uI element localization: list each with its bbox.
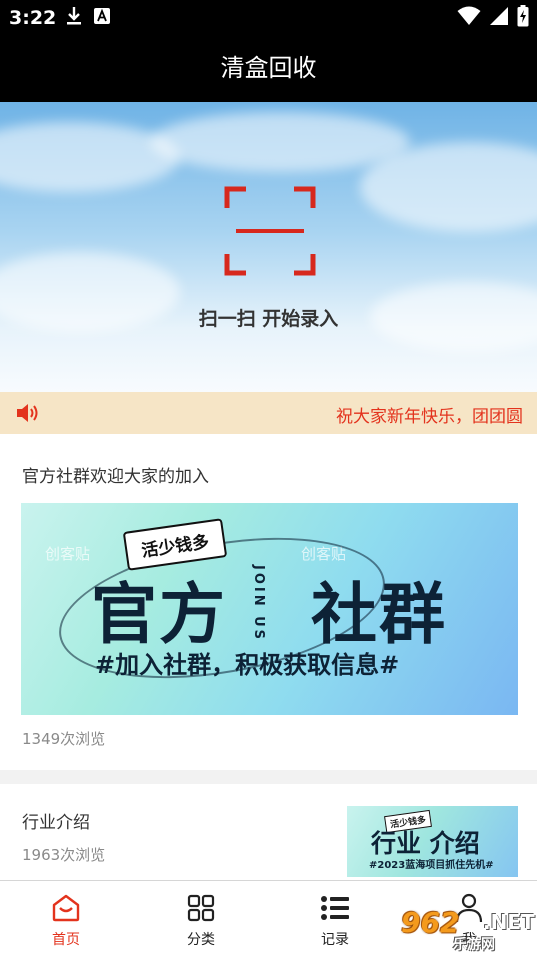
status-bar: 3:22 — [0, 0, 537, 36]
article-card[interactable]: 行业介绍 1963次浏览 活少钱多 行业 介绍 #2023蓝海项目抓住先机# — [0, 784, 537, 880]
notice-bar[interactable]: 祝大家新年快乐，团团圆 — [0, 392, 537, 434]
watermark-domain: .NET — [483, 910, 535, 934]
article-title: 行业介绍 — [22, 813, 90, 833]
article-thumbnail[interactable]: 活少钱多 行业 介绍 #2023蓝海项目抓住先机# — [347, 806, 518, 877]
tab-label: 记录 — [321, 932, 349, 948]
cloud-decoration — [0, 122, 180, 192]
tab-records[interactable]: 记录 — [295, 893, 375, 949]
page-title: 清盒回收 — [220, 54, 317, 82]
banner-title-right: 社群 — [311, 576, 447, 653]
tab-home[interactable]: 首页 — [26, 893, 106, 949]
scan-frame-icon[interactable] — [224, 186, 316, 276]
scan-label[interactable]: 扫一扫 开始录入 — [0, 304, 537, 331]
article-views: 1349次浏览 — [22, 730, 106, 748]
scan-hero: 扫一扫 开始录入 — [0, 102, 537, 392]
banner-join-text: JOIN US — [251, 565, 266, 643]
banner-title: 行业 介绍 — [371, 829, 480, 858]
list-icon — [321, 896, 349, 920]
a-app-icon — [94, 8, 110, 24]
signal-icon — [490, 7, 508, 25]
banner-subtitle: #2023蓝海项目抓住先机# — [369, 860, 494, 871]
tab-label: 分类 — [187, 932, 215, 948]
section-divider — [0, 770, 537, 784]
watermark-number: 962 — [401, 906, 460, 939]
status-time: 3:22 — [9, 7, 57, 29]
status-icons-left — [66, 6, 110, 26]
cloud-decoration — [150, 112, 410, 172]
banner-subtitle: #加入社群，积极获取信息# — [95, 651, 400, 679]
tab-category[interactable]: 分类 — [161, 893, 241, 949]
wifi-icon — [457, 6, 481, 25]
notice-text: 祝大家新年快乐，团团圆 — [336, 407, 523, 427]
banner-watermark: 创客贴 — [45, 545, 91, 563]
status-icons-right — [457, 5, 529, 27]
battery-charging-icon — [517, 5, 529, 27]
banner-title-left: 官方 — [91, 576, 227, 653]
home-icon — [52, 894, 80, 922]
download-icon — [67, 7, 81, 25]
article-card[interactable]: 官方社群欢迎大家的加入 创客贴 创客贴 活少钱多 官方 JOIN US 社群 #… — [0, 434, 537, 770]
speaker-icon — [17, 404, 38, 422]
site-watermark-logo: 962 .NET 乐游网 — [401, 906, 535, 953]
tab-label: 首页 — [52, 932, 80, 948]
grid-icon — [187, 894, 215, 922]
article-banner-image[interactable]: 创客贴 创客贴 活少钱多 官方 JOIN US 社群 #加入社群，积极获取信息# — [21, 503, 518, 715]
watermark-text: 乐游网 — [453, 937, 495, 953]
app-header: 清盒回收 — [0, 36, 537, 102]
article-views: 1963次浏览 — [22, 846, 106, 864]
article-title: 官方社群欢迎大家的加入 — [22, 467, 209, 487]
